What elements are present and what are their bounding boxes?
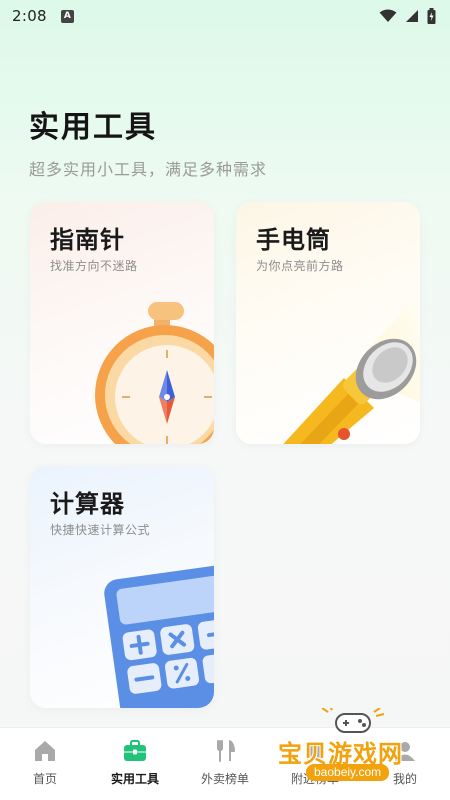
- card-title: 计算器: [50, 490, 125, 518]
- card-desc: 快捷快速计算公式: [50, 523, 151, 537]
- page-title: 实用工具: [29, 110, 157, 145]
- tab-label: 首页: [32, 772, 57, 786]
- status-icons: [379, 8, 436, 24]
- page-subtitle: 超多实用小工具，满足多种需求: [29, 160, 268, 179]
- watermark-url: baobeiy.com: [306, 764, 390, 781]
- card-desc: 为你点亮前方路: [256, 259, 344, 273]
- tab-label: 外卖榜单: [200, 772, 249, 786]
- page-header: 实用工具 超多实用小工具，满足多种需求: [29, 102, 267, 180]
- watermark: 宝贝游戏网 baobeiy.com: [276, 708, 426, 792]
- signal-icon: [406, 10, 418, 22]
- tool-card-compass[interactable]: 指南针 找准方向不迷路: [30, 202, 214, 444]
- wifi-icon: [379, 9, 397, 22]
- toolbox-icon: [124, 740, 146, 761]
- battery-icon: [427, 8, 436, 24]
- tab-label: 实用工具: [110, 772, 159, 786]
- notification-badge: A: [60, 9, 74, 23]
- utensils-icon: [217, 740, 235, 762]
- tab-tools[interactable]: 实用工具: [90, 728, 180, 800]
- status-bar: 2:08 A: [0, 0, 450, 32]
- home-icon: [35, 741, 55, 761]
- tab-home[interactable]: 首页: [0, 728, 90, 800]
- card-title: 指南针: [50, 226, 125, 254]
- tab-takeout[interactable]: 外卖榜单: [180, 728, 270, 800]
- tool-card-calculator[interactable]: 计算器 快捷快速计算公式: [30, 466, 214, 708]
- card-title: 手电筒: [256, 226, 331, 254]
- card-desc: 找准方向不迷路: [50, 259, 138, 273]
- tool-card-flashlight[interactable]: 手电筒 为你点亮前方路: [236, 202, 420, 444]
- status-time: 2:08: [12, 7, 47, 25]
